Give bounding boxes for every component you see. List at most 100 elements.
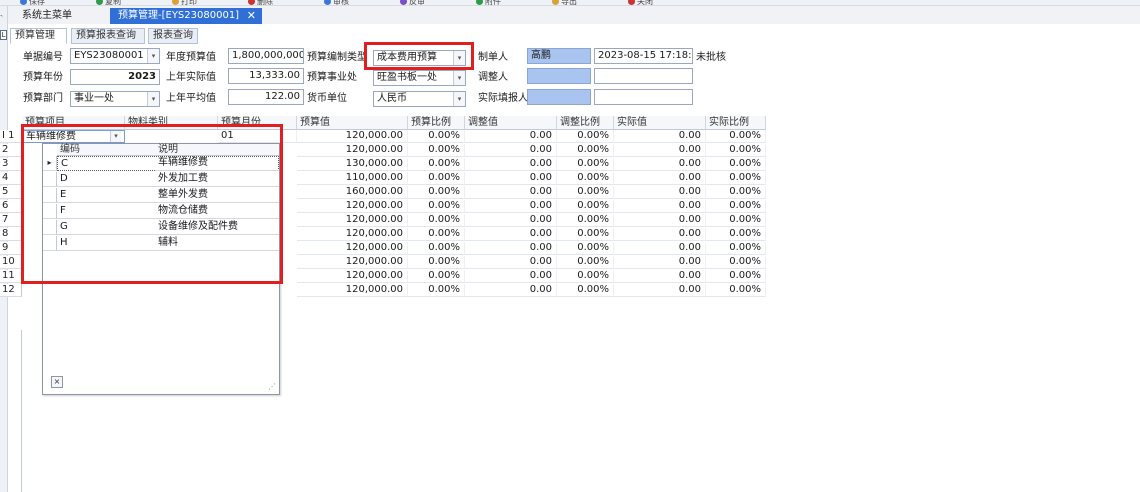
- cell-ratio[interactable]: 0.00%: [408, 158, 465, 171]
- row-number[interactable]: 5: [0, 186, 22, 199]
- resize-grip-icon[interactable]: ⋰: [268, 382, 276, 391]
- cell-budget[interactable]: 160,000.00: [297, 186, 408, 199]
- row-number[interactable]: 9: [0, 242, 22, 255]
- cell-actual-ratio[interactable]: 0.00%: [706, 158, 766, 171]
- cell-budget[interactable]: 110,000.00: [297, 172, 408, 185]
- cell-budget[interactable]: 120,000.00: [297, 284, 408, 297]
- cell-actual-ratio[interactable]: 0.00%: [706, 270, 766, 283]
- cell-adjust[interactable]: 0.00: [465, 270, 557, 283]
- business-select[interactable]: 旺盈书板一处 ▾: [373, 70, 466, 86]
- cell-ratio[interactable]: 0.00%: [408, 172, 465, 185]
- cell-adjust[interactable]: 0.00: [465, 228, 557, 241]
- toolbar-button[interactable]: 关闭: [628, 0, 653, 5]
- cell-adjust-ratio[interactable]: 0.00%: [557, 186, 614, 199]
- year-field[interactable]: 2023: [70, 69, 160, 85]
- cell-adjust[interactable]: 0.00: [465, 144, 557, 157]
- toolbar-button[interactable]: 导出: [552, 0, 577, 5]
- col-header-budget[interactable]: 预算值: [297, 116, 408, 130]
- cell-actual[interactable]: 0.00: [614, 242, 706, 255]
- cell-adjust-ratio[interactable]: 0.00%: [557, 284, 614, 297]
- cell-actual-ratio[interactable]: 0.00%: [706, 200, 766, 213]
- cell-adjust[interactable]: 0.00: [465, 242, 557, 255]
- cell-actual[interactable]: 0.00: [614, 270, 706, 283]
- toolbar-button[interactable]: 审核: [324, 0, 349, 5]
- cell-ratio[interactable]: 0.00%: [408, 256, 465, 269]
- cell-adjust[interactable]: 0.00: [465, 186, 557, 199]
- cell-actual-ratio[interactable]: 0.00%: [706, 186, 766, 199]
- cell-ratio[interactable]: 0.00%: [408, 130, 465, 143]
- cell-adjust[interactable]: 0.00: [465, 200, 557, 213]
- cell-ratio[interactable]: 0.00%: [408, 228, 465, 241]
- cell-actual-ratio[interactable]: 0.00%: [706, 256, 766, 269]
- cell-adjust-ratio[interactable]: 0.00%: [557, 270, 614, 283]
- chevron-down-icon[interactable]: ▾: [147, 92, 159, 106]
- cell-adjust-ratio[interactable]: 0.00%: [557, 214, 614, 227]
- cell-actual-ratio[interactable]: 0.00%: [706, 172, 766, 185]
- toolbar-button[interactable]: 反审: [400, 0, 425, 5]
- cell-budget[interactable]: 120,000.00: [297, 228, 408, 241]
- row-number[interactable]: 4: [0, 172, 22, 185]
- last-avg-field[interactable]: 122.00: [228, 89, 304, 105]
- tab-budget-report-query[interactable]: 预算报表查询: [71, 28, 145, 44]
- cell-actual[interactable]: 0.00: [614, 172, 706, 185]
- row-number[interactable]: I 1: [0, 130, 22, 143]
- col-header-actual[interactable]: 实际值: [614, 116, 706, 130]
- tab-system-main-menu[interactable]: 系统主菜单: [14, 8, 102, 24]
- cell-actual-ratio[interactable]: 0.00%: [706, 130, 766, 143]
- tab-budget-management[interactable]: 预算管理-[EYS23080001] ✕: [110, 8, 262, 24]
- cell-actual[interactable]: 0.00: [614, 200, 706, 213]
- row-number[interactable]: 2: [0, 144, 22, 157]
- toolbar-button[interactable]: 复制: [96, 0, 121, 5]
- row-number[interactable]: 7: [0, 214, 22, 227]
- chevron-down-icon[interactable]: ▾: [453, 92, 465, 106]
- tab-report-query[interactable]: 报表查询: [148, 28, 198, 44]
- cell-actual[interactable]: 0.00: [614, 144, 706, 157]
- cell-ratio[interactable]: 0.00%: [408, 200, 465, 213]
- cell-actual-ratio[interactable]: 0.00%: [706, 144, 766, 157]
- cell-actual[interactable]: 0.00: [614, 158, 706, 171]
- doc-no-field[interactable]: EYS23080001 ▾: [70, 48, 160, 64]
- toolbar-button[interactable]: 打印: [172, 0, 197, 5]
- cell-budget[interactable]: 120,000.00: [297, 200, 408, 213]
- cell-actual-ratio[interactable]: 0.00%: [706, 228, 766, 241]
- cell-actual[interactable]: 0.00: [614, 256, 706, 269]
- cell-ratio[interactable]: 0.00%: [408, 242, 465, 255]
- cell-budget[interactable]: 120,000.00: [297, 270, 408, 283]
- row-number[interactable]: 11: [0, 270, 22, 283]
- cell-budget[interactable]: 120,000.00: [297, 144, 408, 157]
- cell-actual[interactable]: 0.00: [614, 186, 706, 199]
- cell-budget[interactable]: 120,000.00: [297, 130, 408, 143]
- cell-adjust[interactable]: 0.00: [465, 284, 557, 297]
- cell-actual[interactable]: 0.00: [614, 284, 706, 297]
- cell-actual-ratio[interactable]: 0.00%: [706, 284, 766, 297]
- chevron-down-icon[interactable]: ▾: [147, 49, 159, 63]
- row-number[interactable]: 12: [0, 284, 22, 297]
- toolbar-button[interactable]: 附件: [476, 0, 501, 5]
- pin-icon[interactable]: 𝅐: [0, 10, 3, 20]
- cell-ratio[interactable]: 0.00%: [408, 144, 465, 157]
- col-header-adjust[interactable]: 调整值: [465, 116, 557, 130]
- col-header-ratio[interactable]: 预算比例: [408, 116, 465, 130]
- tab-budget-manage[interactable]: 预算管理: [10, 28, 67, 44]
- cell-budget[interactable]: 120,000.00: [297, 214, 408, 227]
- cell-actual[interactable]: 0.00: [614, 130, 706, 143]
- cell-ratio[interactable]: 0.00%: [408, 214, 465, 227]
- cell-adjust-ratio[interactable]: 0.00%: [557, 144, 614, 157]
- row-number[interactable]: 3: [0, 158, 22, 171]
- cell-ratio[interactable]: 0.00%: [408, 186, 465, 199]
- cell-adjust-ratio[interactable]: 0.00%: [557, 242, 614, 255]
- cell-budget[interactable]: 120,000.00: [297, 256, 408, 269]
- cell-adjust-ratio[interactable]: 0.00%: [557, 200, 614, 213]
- cell-adjust[interactable]: 0.00: [465, 214, 557, 227]
- cell-adjust-ratio[interactable]: 0.00%: [557, 256, 614, 269]
- cell-actual[interactable]: 0.00: [614, 214, 706, 227]
- cell-actual-ratio[interactable]: 0.00%: [706, 242, 766, 255]
- cell-adjust[interactable]: 0.00: [465, 172, 557, 185]
- row-number[interactable]: 6: [0, 200, 22, 213]
- cell-budget[interactable]: 120,000.00: [297, 242, 408, 255]
- cell-actual-ratio[interactable]: 0.00%: [706, 214, 766, 227]
- cell-budget[interactable]: 130,000.00: [297, 158, 408, 171]
- cell-adjust-ratio[interactable]: 0.00%: [557, 172, 614, 185]
- last-actual-field[interactable]: 13,333.00: [228, 68, 304, 84]
- col-header-adjust-ratio[interactable]: 调整比例: [557, 116, 614, 130]
